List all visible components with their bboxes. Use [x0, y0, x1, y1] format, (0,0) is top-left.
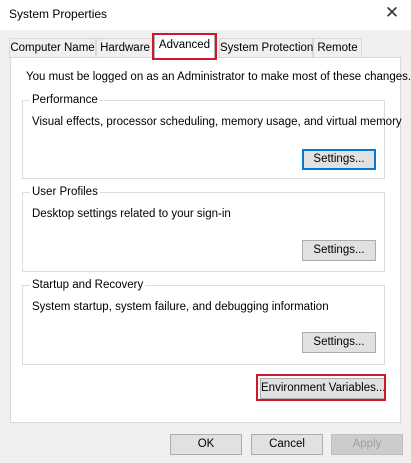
performance-description: Visual effects, processor scheduling, me… [32, 116, 402, 128]
tab-remote[interactable]: Remote [313, 38, 362, 58]
user-profiles-settings-button[interactable]: Settings... [302, 240, 376, 261]
admin-notice: You must be logged on as an Administrato… [26, 71, 411, 83]
advanced-tab-panel: You must be logged on as an Administrato… [10, 57, 411, 423]
cancel-button[interactable]: Cancel [251, 434, 323, 455]
close-icon[interactable]: ✕ [379, 2, 405, 24]
performance-group-title: Performance [30, 93, 100, 107]
environment-variables-button[interactable]: Environment Variables... [260, 378, 385, 399]
apply-button[interactable]: Apply [331, 434, 403, 455]
performance-group: Performance Visual effects, processor sc… [22, 93, 402, 179]
startup-recovery-group: Startup and Recovery System startup, sys… [22, 278, 385, 365]
user-profiles-group-title: User Profiles [30, 185, 100, 199]
ok-button[interactable]: OK [170, 434, 242, 455]
user-profiles-description: Desktop settings related to your sign-in [32, 208, 231, 220]
startup-recovery-group-title: Startup and Recovery [30, 278, 146, 292]
title-bar: System Properties ✕ [0, 0, 411, 30]
startup-recovery-settings-button[interactable]: Settings... [302, 332, 376, 353]
user-profiles-group: User Profiles Desktop settings related t… [22, 185, 385, 272]
startup-recovery-description: System startup, system failure, and debu… [32, 301, 329, 313]
tab-system-protection[interactable]: System Protection [219, 38, 313, 58]
performance-settings-button[interactable]: Settings... [302, 149, 376, 170]
tab-computer-name[interactable]: Computer Name [9, 38, 96, 58]
tab-hardware[interactable]: Hardware [96, 38, 154, 58]
window-title: System Properties [9, 7, 108, 21]
tab-advanced[interactable]: Advanced [154, 34, 215, 60]
